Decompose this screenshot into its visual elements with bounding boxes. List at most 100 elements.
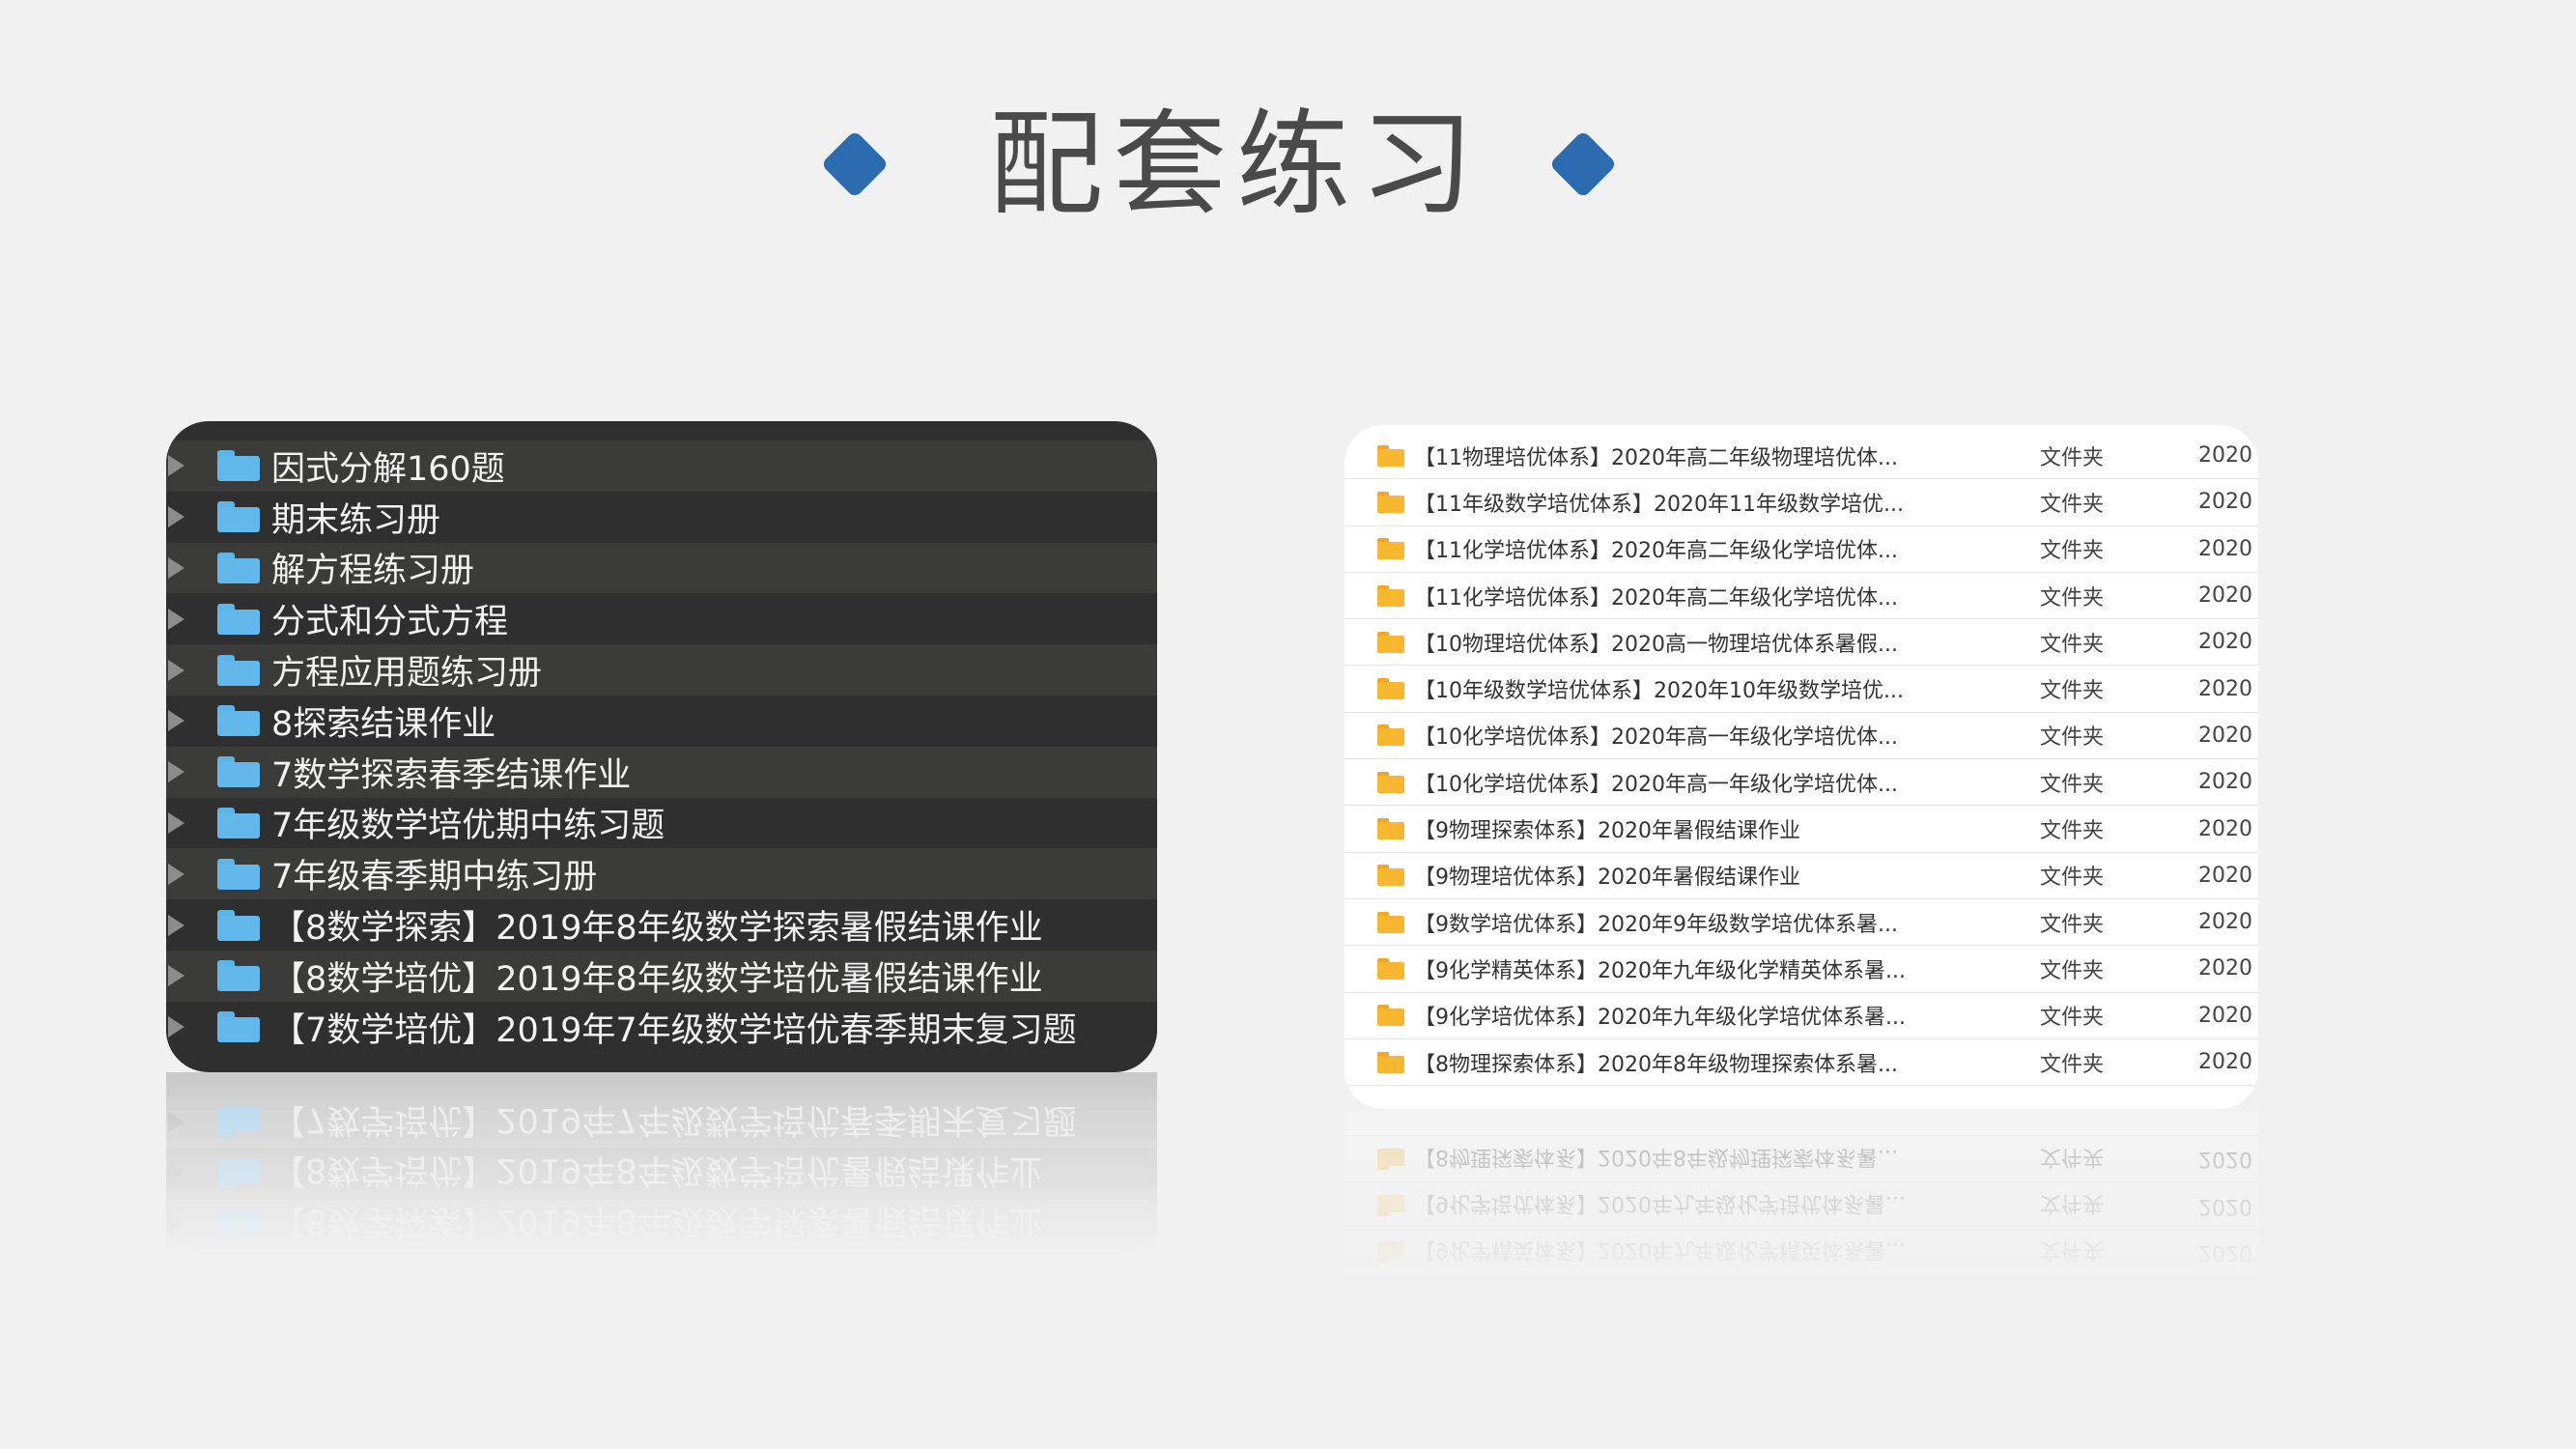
file-row[interactable]: 【9数学培优体系】2020年9年级数学培优体系暑... 文件夹 2020 xyxy=(1345,899,2258,947)
file-date: 2020 xyxy=(2198,1003,2252,1028)
file-date: 2020 xyxy=(2198,630,2252,655)
folder-row[interactable]: 【8数学探索】2019年8年级数学探索暑假结课作业 xyxy=(166,1199,1157,1250)
folder-row[interactable]: 【7数学培优】2019年7年级数学培优春季期末复习题 xyxy=(166,1096,1157,1149)
disclosure-triangle-icon[interactable] xyxy=(168,761,184,783)
folder-label: 7数学探索春季结课作业 xyxy=(271,755,632,795)
disclosure-triangle-icon[interactable] xyxy=(168,556,184,579)
folder-label: 【7数学培优】2019年7年级数学培优春季期末复习题 xyxy=(271,1010,1077,1050)
file-name: 【11化学培优体系】2020年高二年级化学培优体... xyxy=(1414,539,1898,564)
title-area: 配套练习 xyxy=(0,92,2576,237)
file-row[interactable]: 【11物理培优体系】2020年高二年级物理培优体... 文件夹 2020 xyxy=(1345,433,2258,480)
file-kind: 文件夹 xyxy=(2040,445,2105,470)
folder-icon xyxy=(1377,1005,1404,1027)
file-name: 【9物理探索体系】2020年暑假结课作业 xyxy=(1414,819,1800,844)
folder-row[interactable]: 【7数学培优】2019年7年级数学培优春季期末复习题 xyxy=(166,1001,1157,1053)
folder-icon xyxy=(1377,584,1404,607)
file-date: 2020 xyxy=(2198,1239,2252,1264)
disclosure-triangle-icon[interactable] xyxy=(168,811,184,834)
file-row[interactable]: 【10物理培优体系】2020高一物理培优体系暑假... 文件夹 2020 xyxy=(1345,619,2258,667)
disclosure-triangle-icon[interactable] xyxy=(168,1112,184,1134)
file-row[interactable]: 【8物理探索体系】2020年8年级物理探索体系暑... 文件夹 2020 xyxy=(1345,1039,2258,1087)
folder-row[interactable]: 【8数学培优】2019年8年级数学培优暑假结课作业 xyxy=(166,1148,1157,1200)
file-name: 【10化学培优体系】2020年高一年级化学培优体... xyxy=(1414,725,1898,751)
folder-icon xyxy=(217,552,260,583)
file-name: 【9物理培优体系】2020年暑假结课作业 xyxy=(1414,866,1800,891)
folder-label: 【8数学培优】2019年8年级数学培优暑假结课作业 xyxy=(271,959,1043,999)
disclosure-triangle-icon[interactable] xyxy=(168,1213,184,1236)
file-kind: 文件夹 xyxy=(2040,1052,2105,1077)
file-row[interactable]: 【11年级数学培优体系】2020年11年级数学培优... 文件夹 2020 xyxy=(1345,479,2258,526)
folder-row[interactable]: 7年级数学培优期中练习题 xyxy=(166,797,1157,849)
folder-row[interactable]: 分式和分式方程 xyxy=(166,593,1157,645)
file-date: 2020 xyxy=(2198,676,2252,701)
disclosure-triangle-icon[interactable] xyxy=(168,1162,184,1184)
file-date: 2020 xyxy=(2198,443,2252,469)
folder-icon xyxy=(1377,631,1404,653)
folder-icon xyxy=(1377,1241,1404,1263)
folder-label: 期末练习册 xyxy=(271,500,441,540)
file-kind: 文件夹 xyxy=(2040,1144,2105,1169)
file-row[interactable]: 【9化学精英体系】2020年九年级化学精英体系暑... 文件夹 2020 xyxy=(1345,1228,2258,1275)
disclosure-triangle-icon[interactable] xyxy=(168,659,184,681)
folder-icon xyxy=(217,705,260,737)
file-date: 2020 xyxy=(2198,956,2252,981)
diamond-icon xyxy=(820,129,890,199)
folder-row[interactable]: 7数学探索春季结课作业 xyxy=(166,746,1157,798)
folder-icon xyxy=(1377,957,1404,980)
file-row[interactable]: 【9物理培优体系】2020年暑假结课作业 文件夹 2020 xyxy=(1345,853,2258,899)
file-name: 【10物理培优体系】2020高一物理培优体系暑假... xyxy=(1414,632,1898,657)
folder-row[interactable]: 8探索结课作业 xyxy=(166,695,1157,747)
disclosure-triangle-icon[interactable] xyxy=(168,914,184,936)
file-list-reflection: 【9化学精英体系】2020年九年级化学精英体系暑... 文件夹 2020 【9化学培优… xyxy=(1345,1111,2258,1285)
file-row[interactable]: 【10化学培优体系】2020年高一年级化学培优体... 文件夹 2020 xyxy=(1345,759,2258,807)
file-list-panel: 【11物理培优体系】2020年高二年级物理培优体... 文件夹 2020 【11年级数… xyxy=(1345,425,2258,1109)
folder-icon xyxy=(1377,1051,1404,1073)
disclosure-triangle-icon[interactable] xyxy=(168,965,184,987)
disclosure-triangle-icon[interactable] xyxy=(168,455,184,477)
file-date: 2020 xyxy=(2198,863,2252,888)
disclosure-triangle-icon[interactable] xyxy=(168,863,184,885)
file-kind: 文件夹 xyxy=(2040,1237,2105,1263)
file-name: 【8物理探索体系】2020年8年级物理探索体系暑... xyxy=(1414,1052,1898,1077)
file-row[interactable]: 【8物理探索体系】2020年8年级物理探索体系暑... 文件夹 2020 xyxy=(1345,1135,2258,1182)
file-date: 2020 xyxy=(2198,583,2252,609)
folder-label: 【8数学探索】2019年8年级数学探索暑假结课作业 xyxy=(271,909,1043,949)
folder-row[interactable]: 7年级春季期中练习册 xyxy=(166,848,1157,900)
file-row[interactable]: 【9化学培优体系】2020年九年级化学培优体系暑... 文件夹 2020 xyxy=(1345,1181,2258,1229)
disclosure-triangle-icon[interactable] xyxy=(168,506,184,528)
folder-icon xyxy=(217,960,260,992)
folder-row[interactable]: 【8数学探索】2019年8年级数学探索暑假结课作业 xyxy=(166,899,1157,951)
file-row[interactable]: 【11化学培优体系】2020年高二年级化学培优体... 文件夹 2020 xyxy=(1345,526,2258,573)
file-kind: 文件夹 xyxy=(2040,679,2105,704)
folder-row[interactable]: 解方程练习册 xyxy=(166,542,1157,594)
file-row[interactable]: 【9化学精英体系】2020年九年级化学精英体系暑... 文件夹 2020 xyxy=(1345,946,2258,993)
folder-row[interactable]: 【8数学培优】2019年8年级数学培优暑假结课作业 xyxy=(166,950,1157,1002)
folder-icon xyxy=(1377,538,1404,560)
folder-icon xyxy=(217,756,260,788)
file-row[interactable]: 【9物理探索体系】2020年暑假结课作业 文件夹 2020 xyxy=(1345,806,2258,853)
file-kind: 文件夹 xyxy=(2040,632,2105,657)
folder-label: 【8数学探索】2019年8年级数学探索暑假结课作业 xyxy=(271,1202,1043,1241)
folder-row[interactable]: 期末练习册 xyxy=(166,491,1157,543)
file-row[interactable]: 【10化学培优体系】2020年高一年级化学培优体... 文件夹 2020 xyxy=(1345,713,2258,760)
file-name: 【11物理培优体系】2020年高二年级物理培优体... xyxy=(1414,445,1898,470)
dark-folder-list: 因式分解160题期末练习册 解方程练习册 分式和分式方程 方程应用题练习册 8探索结课作… xyxy=(166,421,1157,1072)
disclosure-triangle-icon[interactable] xyxy=(168,710,184,732)
file-date: 2020 xyxy=(2198,770,2252,795)
folder-label: 7年级春季期中练习册 xyxy=(271,858,598,897)
folder-icon xyxy=(217,603,260,635)
folder-icon xyxy=(217,1107,260,1138)
folder-row[interactable]: 方程应用题练习册 xyxy=(166,644,1157,696)
disclosure-triangle-icon[interactable] xyxy=(168,608,184,630)
folder-icon xyxy=(217,450,260,482)
file-row[interactable]: 【11化学培优体系】2020年高二年级化学培优体... 文件夹 2020 xyxy=(1345,573,2258,620)
file-kind: 文件夹 xyxy=(2040,772,2105,797)
file-row[interactable]: 【9化学培优体系】2020年九年级化学培优体系暑... 文件夹 2020 xyxy=(1345,993,2258,1039)
file-date: 2020 xyxy=(2198,1050,2252,1074)
folder-icon xyxy=(217,654,260,686)
folder-label: 8探索结课作业 xyxy=(271,704,496,744)
file-row[interactable]: 【10年级数学培优体系】2020年10年级数学培优... 文件夹 2020 xyxy=(1345,666,2258,713)
folder-row[interactable]: 因式分解160题 xyxy=(166,440,1157,492)
folder-label: 【7数学培优】2019年7年级数学培优春季期末复习题 xyxy=(271,1099,1077,1139)
disclosure-triangle-icon[interactable] xyxy=(168,1016,184,1038)
